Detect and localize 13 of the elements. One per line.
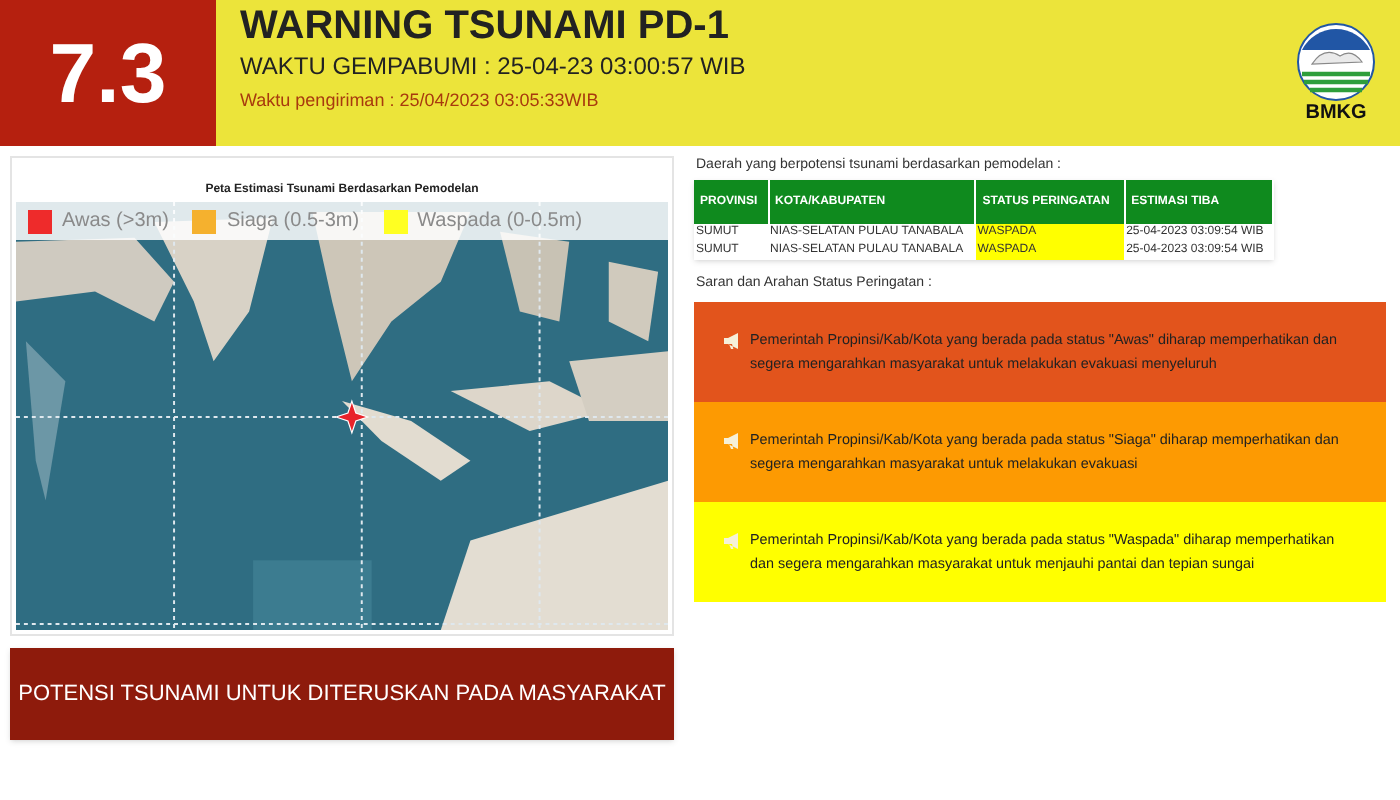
legend-label: Siaga (0.5-3m) — [226, 208, 360, 236]
warning-title: WARNING TSUNAMI PD-1 — [240, 2, 731, 50]
logo-icon — [1296, 21, 1376, 101]
legend-label: Waspada (0-0.5m) — [417, 208, 583, 236]
forward-button[interactable]: POTENSI TSUNAMI UNTUK DITERUSKAN PADA MASYARAKAT — [10, 648, 674, 740]
megaphone-icon — [722, 432, 742, 450]
quake-time: WAKTU GEMPABUMI : 25-04-23 03:00:57 WIB — [240, 50, 748, 82]
sent-time: Waktu pengiriman : 25/04/2023 03:05:33WIB — [240, 88, 601, 114]
legend-label: Awas (>3m) — [62, 208, 169, 236]
megaphone-icon — [722, 532, 742, 550]
magnitude-value: 7.3 — [49, 24, 167, 124]
logo-text: BMKG — [1305, 101, 1367, 125]
megaphone-icon — [722, 332, 742, 350]
